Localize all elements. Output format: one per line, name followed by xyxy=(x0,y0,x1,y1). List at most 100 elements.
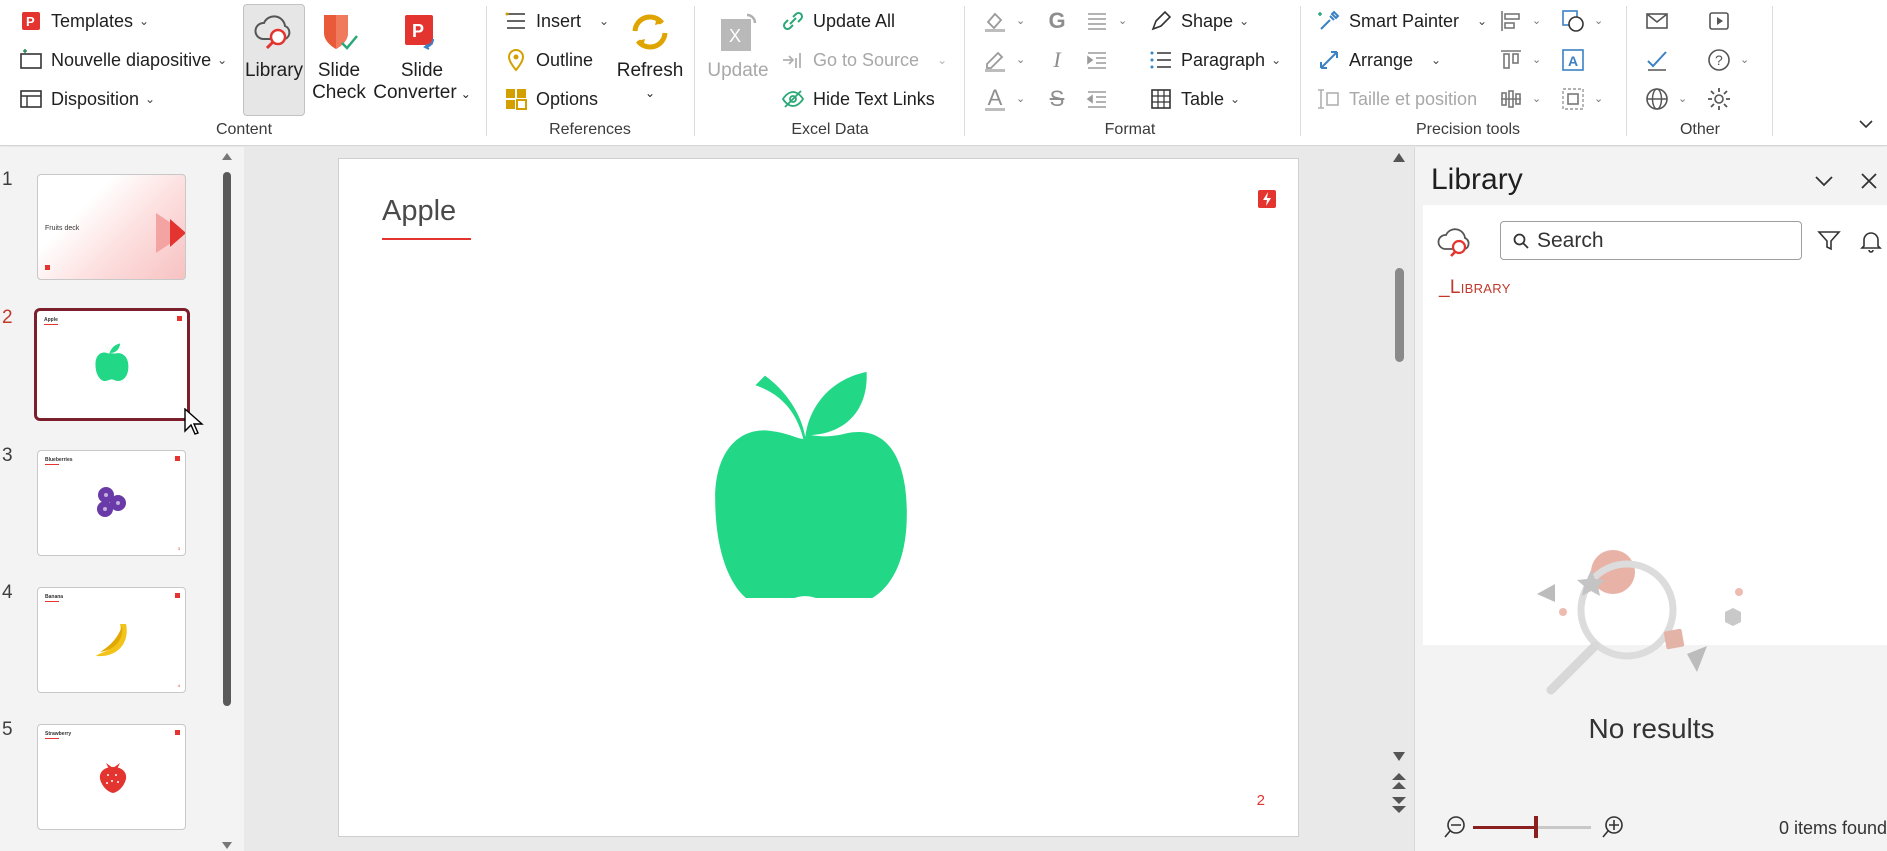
arrange-arrows-icon xyxy=(1316,47,1342,73)
ribbon: P Templates ⌄ Nouvelle diapositive ⌄ Dispo… xyxy=(0,0,1887,146)
zoom-slider-fill xyxy=(1473,826,1535,829)
pane-options-chevron-icon[interactable] xyxy=(1814,174,1834,188)
layout-icon xyxy=(18,86,44,112)
other-group-label: Other xyxy=(1679,121,1720,138)
filter-icon[interactable] xyxy=(1817,229,1841,253)
settings-gear-icon[interactable] xyxy=(1704,84,1734,114)
font-color-button[interactable]: A xyxy=(980,84,1010,114)
library-button[interactable]: Library xyxy=(244,8,304,82)
svg-text:?: ? xyxy=(1715,52,1723,68)
insert-button[interactable]: Insert ⌄ xyxy=(503,5,609,37)
slide-thumbnail-1[interactable]: Fruits deck xyxy=(37,174,186,280)
library-root-folder[interactable]: _Library xyxy=(1439,277,1511,299)
next-slide-icon[interactable] xyxy=(1392,796,1406,814)
group-icon[interactable] xyxy=(1558,84,1588,114)
current-slide[interactable]: Apple 2 xyxy=(338,158,1299,837)
shape-select-icon[interactable] xyxy=(1558,6,1588,36)
slide-check-button[interactable]: Slide Check xyxy=(308,8,370,104)
no-results-illustration-icon xyxy=(1537,550,1743,695)
thumbnail-title: Strawberry xyxy=(45,731,72,737)
align-top-icon[interactable] xyxy=(1496,45,1526,75)
indent-decrease-icon[interactable] xyxy=(1082,84,1112,114)
slide-number: 5 xyxy=(2,719,13,740)
slide-thumbnail-2[interactable]: Apple xyxy=(34,308,190,421)
table-button[interactable]: Table ⌄ xyxy=(1148,83,1240,115)
text-box-icon[interactable]: A xyxy=(1558,45,1588,75)
slide-converter-icon: P xyxy=(398,8,446,56)
new-slide-icon xyxy=(18,47,44,73)
slide-page-number: 2 xyxy=(1256,792,1265,809)
paragraph-list-icon xyxy=(1148,47,1174,73)
outline-button[interactable]: Outline xyxy=(503,44,593,76)
align-icon[interactable] xyxy=(1082,6,1112,36)
slide-converter-button[interactable]: P Slide Converter ⌄ xyxy=(373,8,471,105)
eyedropper-icon xyxy=(1316,8,1342,34)
update-all-button[interactable]: Update All xyxy=(780,5,895,37)
bell-icon[interactable] xyxy=(1859,229,1883,253)
content-group-label: Content xyxy=(215,121,273,138)
outline-color-icon[interactable] xyxy=(980,45,1010,75)
smart-painter-button[interactable]: Smart Painter ⌄ xyxy=(1316,5,1487,37)
thumbnail-scrollbar[interactable] xyxy=(222,153,232,849)
hide-text-links-button[interactable]: Hide Text Links xyxy=(780,83,935,115)
templates-button[interactable]: P Templates ⌄ xyxy=(18,5,149,37)
go-to-source-button[interactable]: Go to Source ⌄ xyxy=(780,44,947,76)
grid-options-icon xyxy=(503,86,529,112)
previous-slide-icon[interactable] xyxy=(1392,772,1406,790)
update-button[interactable]: X Update xyxy=(702,8,774,82)
slide-thumbnail-5[interactable]: Strawberry xyxy=(37,724,186,830)
apple-icon xyxy=(95,343,129,381)
bold-button[interactable]: G xyxy=(1042,6,1072,36)
distribute-icon[interactable] xyxy=(1496,84,1526,114)
arrange-button[interactable]: Arrange ⌄ xyxy=(1316,44,1441,76)
zoom-in-icon[interactable] xyxy=(1601,815,1625,839)
templates-icon: P xyxy=(18,8,44,34)
apple-icon[interactable] xyxy=(715,368,907,598)
slide-number: 2 xyxy=(2,307,13,328)
slide-scrollbar[interactable] xyxy=(1390,152,1408,822)
refresh-button[interactable]: Refresh ⌄ xyxy=(612,8,688,104)
shape-button[interactable]: Shape ⌄ xyxy=(1148,5,1249,37)
align-left-icon[interactable] xyxy=(1496,6,1526,36)
help-icon[interactable]: ? xyxy=(1704,45,1734,75)
slide-badge-icon xyxy=(1258,190,1276,208)
slide-title[interactable]: Apple xyxy=(382,195,456,228)
indent-increase-icon[interactable] xyxy=(1082,45,1112,75)
fill-color-icon[interactable] xyxy=(980,6,1010,36)
video-icon[interactable] xyxy=(1704,6,1734,36)
paragraph-button[interactable]: Paragraph ⌄ xyxy=(1148,44,1281,76)
size-position-button[interactable]: Taille et position xyxy=(1316,83,1477,115)
search-icon xyxy=(1513,233,1529,249)
check-mark-icon[interactable] xyxy=(1642,45,1672,75)
cloud-search-icon[interactable] xyxy=(1435,223,1479,259)
excel-data-group-label: Excel Data xyxy=(791,121,869,138)
svg-text:P: P xyxy=(26,14,35,29)
collapse-ribbon-icon[interactable] xyxy=(1854,112,1878,136)
slide-scrollbar-thumb[interactable] xyxy=(1395,268,1404,362)
slide-number: 3 xyxy=(2,445,13,466)
thumbnail-scrollbar-thumb[interactable] xyxy=(223,172,231,706)
strikethrough-button[interactable]: S xyxy=(1042,84,1072,114)
list-icon xyxy=(503,8,529,34)
close-pane-icon[interactable] xyxy=(1860,172,1878,190)
thumbnail-title: Blueberries xyxy=(45,457,73,463)
shield-check-icon xyxy=(315,8,363,56)
zoom-slider-thumb[interactable] xyxy=(1534,816,1538,838)
slide-thumbnail-panel: 1 Fruits deck 2 Apple 3 Blueberries 3 4 … xyxy=(0,147,244,851)
svg-text:P: P xyxy=(412,21,424,41)
globe-icon[interactable] xyxy=(1642,84,1672,114)
options-button[interactable]: Options xyxy=(503,83,598,115)
italic-button[interactable]: I xyxy=(1042,45,1072,75)
shape-pen-icon xyxy=(1148,8,1174,34)
library-search-input[interactable]: Search xyxy=(1500,221,1802,260)
precision-tools-group-label: Precision tools xyxy=(1415,121,1521,138)
mail-icon[interactable] xyxy=(1642,6,1672,36)
mouse-cursor-icon xyxy=(184,408,204,435)
layout-button[interactable]: Disposition ⌄ xyxy=(18,83,155,115)
slide-number: 4 xyxy=(2,582,13,603)
slide-thumbnail-4[interactable]: Banana 4 xyxy=(37,587,186,693)
zoom-out-icon[interactable] xyxy=(1443,815,1467,839)
new-slide-button[interactable]: Nouvelle diapositive ⌄ xyxy=(18,44,227,76)
slide-thumbnail-3[interactable]: Blueberries 3 xyxy=(37,450,186,556)
strawberry-icon xyxy=(99,763,127,793)
